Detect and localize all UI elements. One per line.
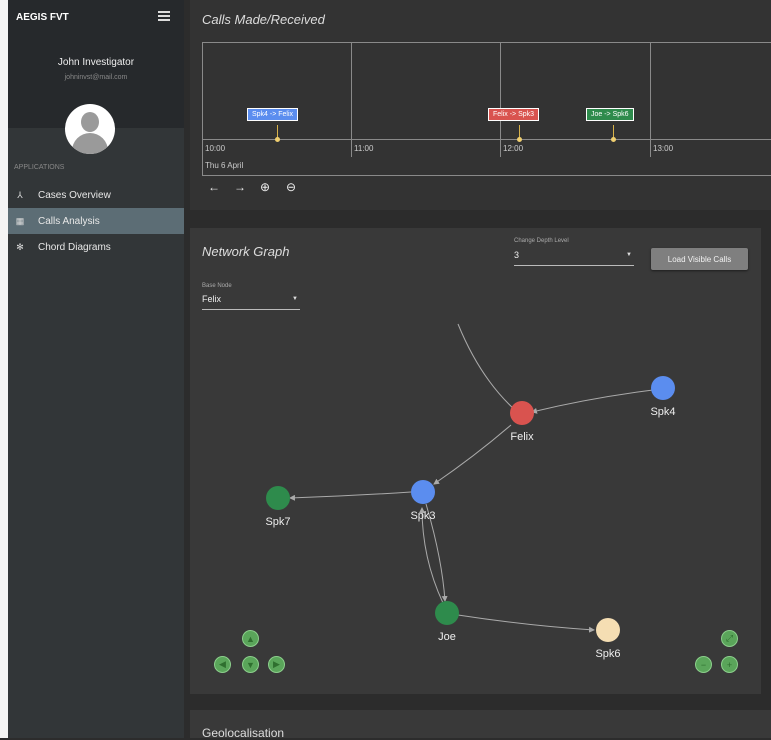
cog-icon: ✻ [16,241,24,252]
graph-node-label: Felix [510,431,534,443]
timeline-date: Thu 6 April [205,161,244,170]
load-visible-calls-button[interactable]: Load Visible Calls [651,248,748,270]
user-email: johninvst@mail.com [64,74,128,81]
network-graph-panel: Felix Spk4 Spk3 Spk7 Joe Spk6 Network Graph C… [190,228,761,694]
chevron-down-icon: ▼ [292,296,298,302]
zoom-out-icon[interactable]: − [695,656,712,673]
sidebar-item-label: Chord Diagrams [38,241,111,253]
user-name: John Investigator [57,57,135,68]
sidebar-item-label: Cases Overview [38,189,111,201]
graph-node-spk3[interactable] [411,480,435,504]
graph-edge [531,389,654,414]
graph-node-label: Spk3 [410,510,435,522]
timeline-tick: 12:00 [503,144,524,153]
app-brand: AEGIS FVT [16,12,69,23]
timeline-tick: 13:00 [653,144,674,153]
zoom-fit-icon[interactable]: ⤢ [721,630,738,647]
sidebar-item-chord-diagrams[interactable]: ✻ Chord Diagrams [8,234,184,260]
base-node-select[interactable]: Felix ▼ [202,294,300,310]
hamburger-menu-icon[interactable] [158,11,170,21]
graph-edge [433,424,512,485]
event-marker [275,137,280,142]
event-marker [611,137,616,142]
arrow-right-icon[interactable]: → [234,180,246,194]
timeline-tick: 10:00 [205,144,226,153]
graph-node-label: Spk4 [650,406,675,418]
avatar [65,104,115,154]
sidebar-item-cases-overview[interactable]: ⅄ Cases Overview [8,182,184,208]
timeline-title: Calls Made/Received [202,12,325,27]
network-graph-title: Network Graph [202,244,290,259]
zoom-out-icon[interactable]: ⊖ [286,180,296,194]
timeline-axis [203,139,771,140]
graph-edge [457,323,516,411]
graph-node-label: Spk7 [265,516,290,528]
base-node-value: Felix [202,294,222,304]
event-marker [517,137,522,142]
base-node-label: Base Node [202,283,232,289]
left-edge [0,0,8,738]
arrow-right-icon[interactable]: ▶ [268,656,285,673]
timeline-gridline [351,43,352,157]
graph-nodes: Felix Spk4 Spk3 Spk7 Joe Spk6 [265,376,676,660]
timeline-canvas[interactable]: 10:00 11:00 12:00 13:00 Thu 6 April Spk4… [202,42,771,176]
arrow-up-icon[interactable]: ▲ [242,630,259,647]
graph-node-spk6[interactable] [596,618,620,642]
timeline-gridline [650,43,651,157]
graph-node-felix[interactable] [510,401,534,425]
arrow-left-icon[interactable]: ← [208,180,220,194]
arrow-down-icon[interactable]: ▼ [242,656,259,673]
graph-node-label: Spk6 [595,648,620,660]
table-icon: ▦ [15,215,25,226]
sitemap-icon: ⅄ [17,189,23,200]
depth-level-label: Change Depth Level [514,238,569,244]
depth-level-select[interactable]: 3 ▼ [514,250,634,266]
zoom-in-icon[interactable]: ⊕ [260,180,270,194]
graph-node-spk4[interactable] [651,376,675,400]
depth-level-value: 3 [514,250,520,260]
call-event[interactable]: Felix -> Spk3 [488,108,540,121]
calls-timeline-panel: Calls Made/Received 10:00 11:00 12:00 13… [190,0,771,210]
graph-edge [419,507,444,604]
timeline-tick: 11:00 [354,144,374,153]
arrow-left-icon[interactable]: ◀ [214,656,231,673]
graph-node-joe[interactable] [435,601,459,625]
sidebar-item-calls-analysis[interactable]: ▦ Calls Analysis [8,208,184,234]
geolocalisation-panel: Geolocalisation [190,710,771,740]
graph-edge [289,491,412,501]
graph-edge [457,614,595,633]
chevron-down-icon: ▼ [626,252,632,258]
call-event[interactable]: Spk4 -> Felix [247,108,299,121]
sidebar-item-label: Calls Analysis [38,215,100,227]
timeline-gridline [500,43,501,157]
sidebar: AEGIS FVT John Investigator johninvst@ma… [8,0,184,738]
applications-section-label: APPLICATIONS [14,164,65,171]
call-event[interactable]: Joe -> Spk6 [586,108,634,121]
graph-node-spk7[interactable] [266,486,290,510]
zoom-in-icon[interactable]: + [721,656,738,673]
graph-node-label: Joe [438,631,456,643]
